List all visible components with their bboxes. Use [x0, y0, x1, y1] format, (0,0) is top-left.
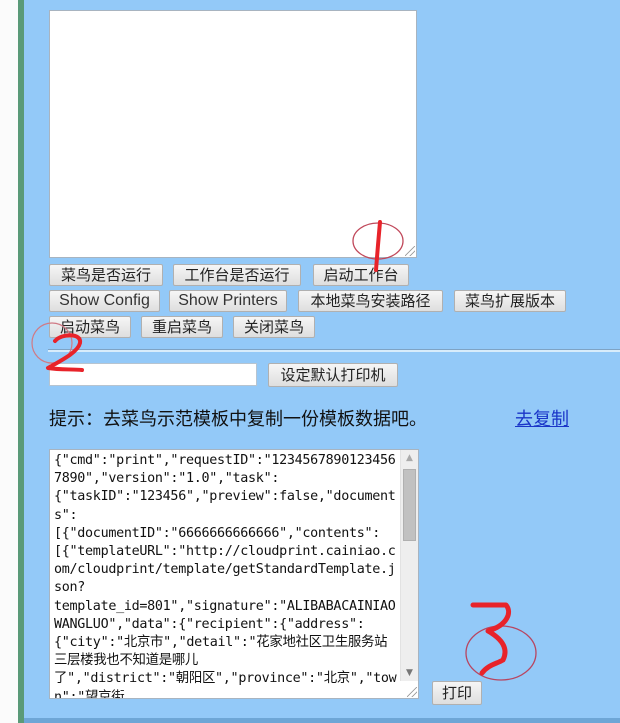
section-divider	[48, 349, 620, 352]
start-cainiao-button[interactable]: 启动菜鸟	[49, 316, 131, 338]
check-workbench-running-button[interactable]: 工作台是否运行	[173, 264, 301, 286]
set-default-printer-button[interactable]: 设定默认打印机	[268, 363, 398, 387]
print-json-text[interactable]: {"cmd":"print","requestID":"123456789012…	[54, 452, 400, 698]
show-config-button[interactable]: Show Config	[49, 290, 160, 312]
scroll-up-arrow-icon[interactable]: ▲	[401, 450, 418, 467]
scrollbar-thumb[interactable]	[403, 469, 416, 541]
vertical-scrollbar[interactable]: ▲ ▼	[400, 450, 418, 682]
textarea-corner	[400, 681, 418, 698]
scroll-down-arrow-icon[interactable]: ▼	[401, 665, 418, 682]
print-json-textarea[interactable]: {"cmd":"print","requestID":"123456789012…	[49, 449, 419, 699]
close-cainiao-button[interactable]: 关闭菜鸟	[233, 316, 315, 338]
print-button[interactable]: 打印	[432, 681, 482, 705]
restart-cainiao-button[interactable]: 重启菜鸟	[141, 316, 223, 338]
panel-bottom-border	[24, 718, 620, 723]
left-margin	[0, 0, 18, 723]
start-workbench-button[interactable]: 启动工作台	[313, 264, 409, 286]
go-copy-link[interactable]: 去复制	[515, 405, 569, 431]
resize-grip-icon[interactable]	[407, 687, 417, 697]
resize-grip-icon[interactable]	[405, 246, 415, 256]
output-textarea[interactable]	[49, 10, 417, 258]
show-printers-button[interactable]: Show Printers	[169, 290, 287, 312]
hint-text: 提示：去菜鸟示范模板中复制一份模板数据吧。	[49, 409, 427, 430]
extension-version-button[interactable]: 菜鸟扩展版本	[454, 290, 566, 312]
local-install-path-button[interactable]: 本地菜鸟安装路径	[298, 290, 443, 312]
printer-name-input[interactable]	[49, 363, 257, 386]
check-cainiao-running-button[interactable]: 菜鸟是否运行	[49, 264, 163, 286]
